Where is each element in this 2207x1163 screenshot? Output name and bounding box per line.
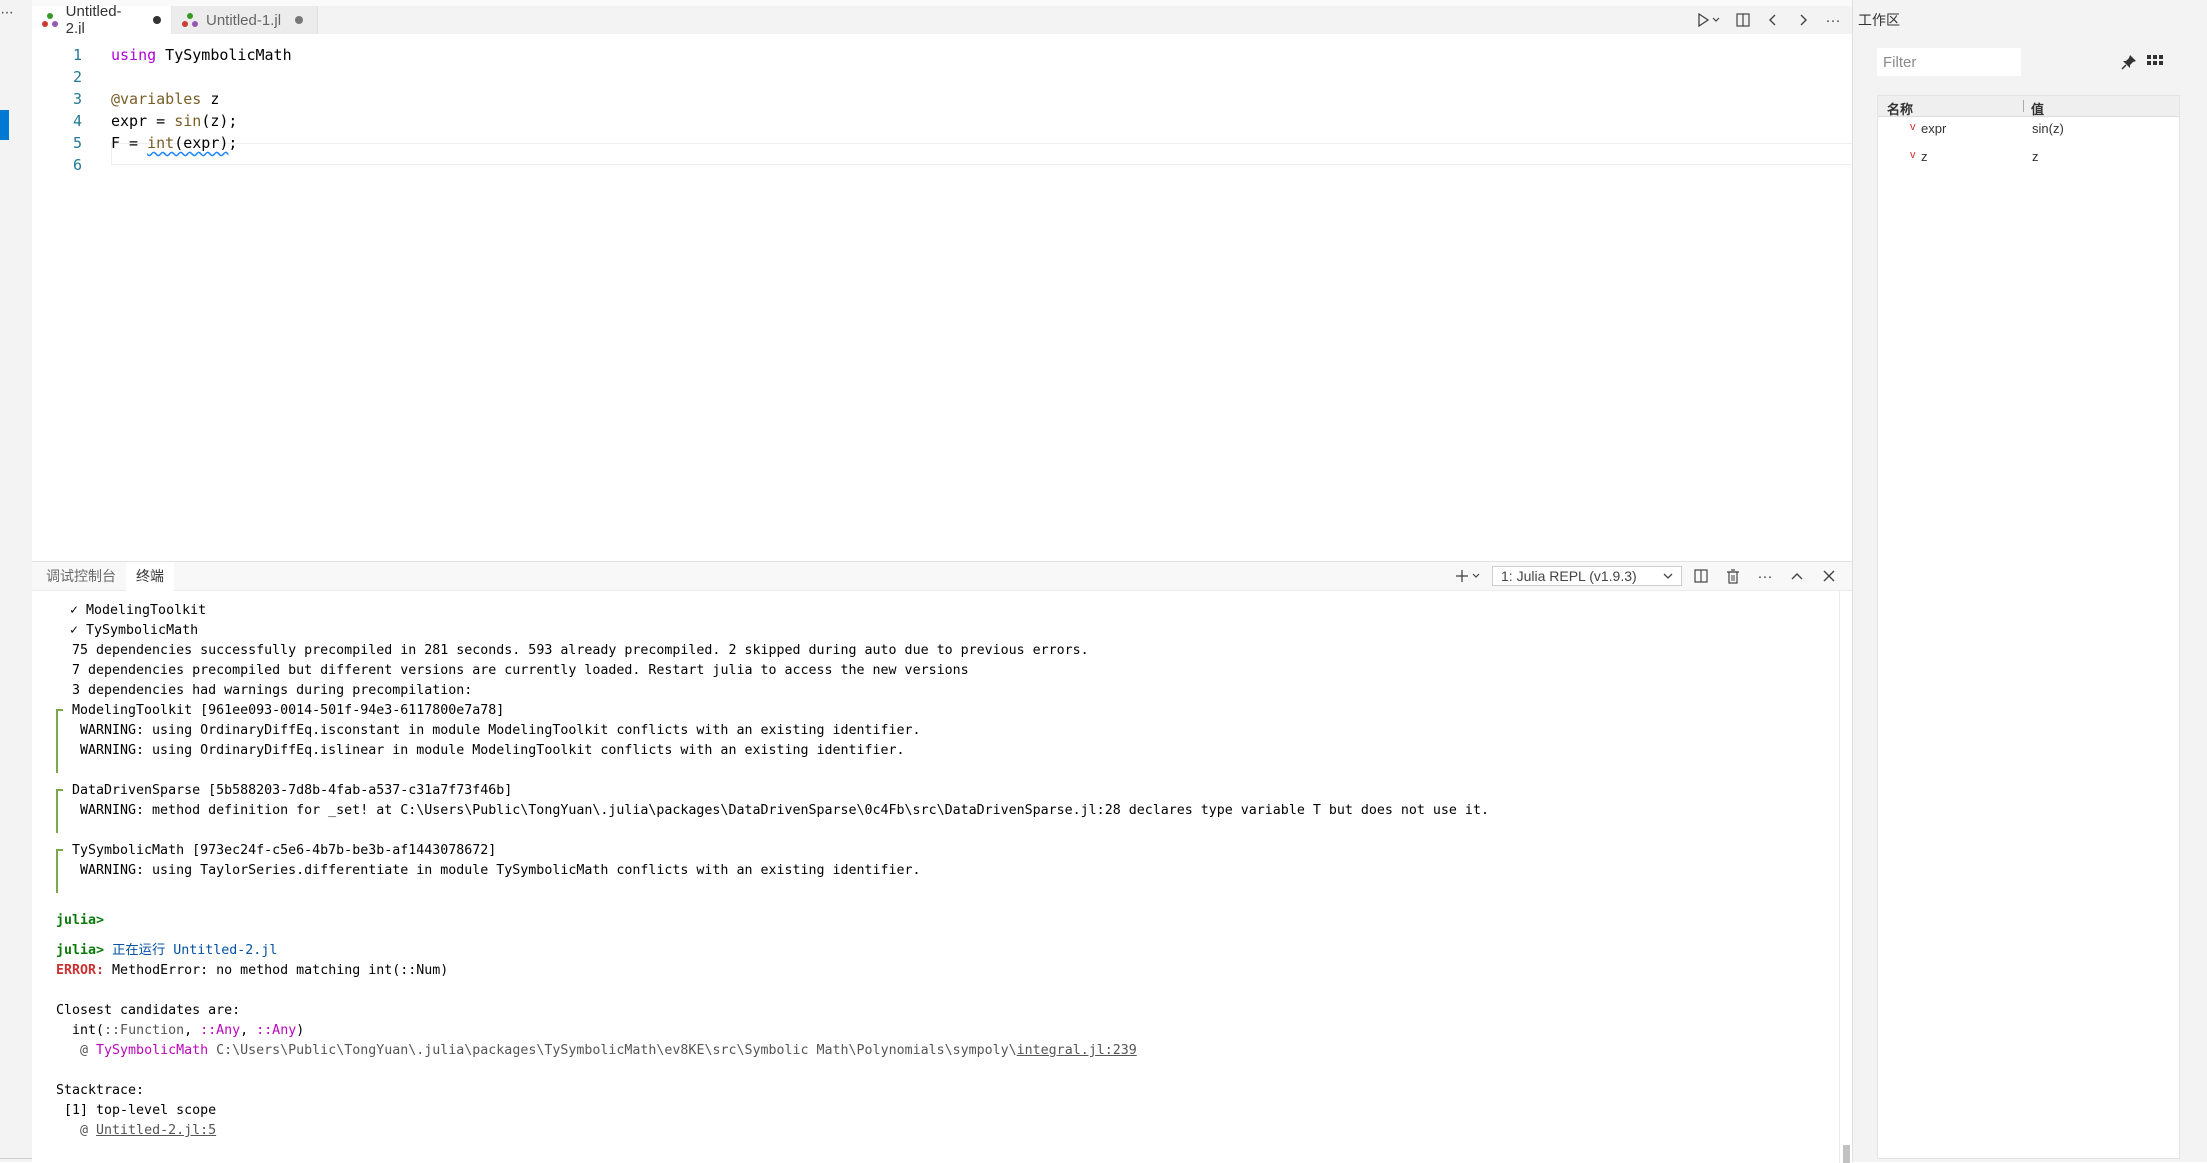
terminal-scrollbar[interactable] [1839, 591, 1853, 1163]
warning-bracket [56, 709, 63, 773]
terminal-line: julia> 正在运行 Untitled-2.jl [56, 943, 278, 958]
editor-actions: ··· [1692, 6, 1852, 34]
tab-untitled-1[interactable]: Untitled-1.jl [172, 6, 318, 34]
code-line-6: 6 [32, 154, 1852, 176]
split-editor-icon[interactable] [1730, 8, 1756, 32]
terminal-line: ModelingToolkit [961ee093-0014-501f-94e3… [72, 703, 505, 718]
trash-icon[interactable] [1720, 564, 1746, 588]
file-link[interactable]: Untitled-2.jl:5 [96, 1123, 216, 1138]
terminal-output[interactable]: ✓ ModelingToolkit ✓ TySymbolicMath 75 de… [32, 591, 1852, 1163]
active-indicator [0, 110, 9, 140]
column-header-name[interactable]: 名称 [1887, 99, 1913, 118]
terminal-line: DataDrivenSparse [5b588203-7d8b-4fab-a53… [72, 783, 513, 798]
tab-terminal[interactable]: 终端 [126, 562, 174, 591]
table-row[interactable]: v z z [1878, 146, 2179, 166]
terminal-line: [1] top-level scope [56, 1103, 217, 1118]
editor-tab-bar: Untitled-2.jl Untitled-1.jl ··· [32, 3, 1852, 37]
code-line-3: 3 @variables z [32, 88, 1852, 110]
tab-label: Untitled-2.jl [65, 3, 122, 37]
terminal-line: int(::Function, ::Any, ::Any) [56, 1023, 305, 1038]
julia-file-icon [182, 12, 198, 28]
terminal-line: ✓ ModelingToolkit [70, 603, 207, 618]
table-row[interactable]: v expr sin(z) [1878, 118, 2179, 138]
line-number: 6 [72, 156, 82, 174]
line-number: 4 [72, 112, 82, 130]
filter-input[interactable] [1877, 48, 2021, 76]
tab-untitled-2[interactable]: Untitled-2.jl [32, 3, 172, 37]
maximize-panel-icon[interactable] [1784, 564, 1810, 588]
line-number: 5 [72, 134, 82, 152]
code-line-5: 5 F = int(expr); [32, 132, 1852, 154]
code-text[interactable]: @variables z [111, 88, 219, 110]
julia-file-icon [42, 12, 58, 28]
column-header-value[interactable]: 值 [2031, 99, 2044, 118]
file-link[interactable]: integral.jl:239 [1017, 1043, 1137, 1058]
code-line-4: 4 expr = sin(z); [32, 110, 1852, 132]
more-actions-icon[interactable]: ··· [1820, 8, 1846, 32]
pin-icon[interactable] [2119, 52, 2139, 72]
code-text[interactable]: expr = sin(z); [111, 110, 237, 132]
terminal-line: @ Untitled-2.jl:5 [56, 1123, 217, 1138]
terminal-line: @ TySymbolicMath C:\Users\Public\TongYua… [56, 1043, 1137, 1058]
terminal-line: 3 dependencies had warnings during preco… [72, 683, 473, 698]
warning-bracket [56, 789, 63, 833]
variable-type-icon: v [1910, 121, 1916, 133]
terminal-line: WARNING: using TaylorSeries.differentiat… [80, 863, 921, 878]
variable-value: sin(z) [2032, 121, 2064, 136]
new-terminal-icon[interactable] [1452, 564, 1486, 588]
terminal-line: WARNING: using OrdinaryDiffEq.isconstant… [80, 723, 921, 738]
terminal-line: ✓ TySymbolicMath [70, 623, 199, 638]
variable-type-icon: v [1910, 149, 1916, 161]
terminal-line: 7 dependencies precompiled but different… [72, 663, 969, 678]
close-icon[interactable] [1816, 564, 1842, 588]
variable-value: z [2032, 149, 2039, 164]
line-number: 1 [72, 46, 82, 64]
terminal-line: Stacktrace: [56, 1083, 145, 1098]
terminal-line: WARNING: using OrdinaryDiffEq.islinear i… [80, 743, 905, 758]
more-icon[interactable]: ··· [0, 4, 14, 22]
panel-actions: 1: Julia REPL (v1.9.3) ··· [1452, 562, 1842, 590]
repl-prompt: julia> [56, 913, 105, 928]
table-header: 名称 值 [1878, 96, 2179, 117]
code-text[interactable]: using TySymbolicMath [111, 44, 292, 66]
terminal-line: TySymbolicMath [973ec24f-c5e6-4b7b-be3b-… [72, 843, 497, 858]
terminal-line: Closest candidates are: [56, 1003, 241, 1018]
code-line-2: 2 [32, 66, 1852, 88]
forward-icon[interactable] [1790, 8, 1816, 32]
bottom-panel: 调试控制台 终端 1: Julia REPL (v1.9.3) ··· ✓ Mo… [32, 561, 1852, 1163]
code-editor[interactable]: 1 using TySymbolicMath 2 3 @variables z … [32, 34, 1883, 561]
line-number: 2 [72, 68, 82, 86]
divider [0, 1158, 32, 1159]
back-icon[interactable] [1760, 8, 1786, 32]
panel-header: 调试控制台 终端 1: Julia REPL (v1.9.3) ··· [32, 562, 1852, 591]
scroll-thumb[interactable] [1843, 1145, 1850, 1163]
workspace-table: 名称 值 v expr sin(z) v z z [1877, 95, 2180, 1159]
tab-debug-console[interactable]: 调试控制台 [36, 562, 126, 590]
column-divider[interactable] [2023, 100, 2024, 112]
tab-label: Untitled-1.jl [206, 11, 282, 29]
line-number: 3 [72, 90, 82, 108]
workspace-panel: 工作区 名称 值 v expr sin(z) v z z [1852, 0, 2207, 1162]
code-text[interactable]: F = int(expr); [111, 132, 237, 154]
run-icon[interactable] [1692, 8, 1726, 32]
workspace-title: 工作区 [1858, 12, 1900, 28]
chevron-down-icon [1663, 573, 1673, 579]
code-line-1: 1 using TySymbolicMath [32, 44, 1852, 66]
warning-bracket [56, 849, 63, 893]
error-line: ERROR: MethodError: no method matching i… [56, 963, 449, 978]
unsaved-dot-icon[interactable] [153, 16, 161, 24]
terminal-line: WARNING: method definition for _set! at … [80, 803, 1489, 818]
unsaved-dot-icon[interactable] [295, 16, 304, 24]
variable-name: expr [1921, 121, 1947, 136]
terminal-select-value: 1: Julia REPL (v1.9.3) [1501, 568, 1637, 584]
grid-icon[interactable] [2145, 52, 2165, 72]
activity-bar: ··· [0, 0, 33, 1162]
terminal-line: 75 dependencies successfully precompiled… [72, 643, 1089, 658]
more-actions-icon[interactable]: ··· [1752, 564, 1778, 588]
variable-name: z [1921, 149, 1928, 164]
terminal-select[interactable]: 1: Julia REPL (v1.9.3) [1492, 566, 1682, 586]
split-terminal-icon[interactable] [1688, 564, 1714, 588]
